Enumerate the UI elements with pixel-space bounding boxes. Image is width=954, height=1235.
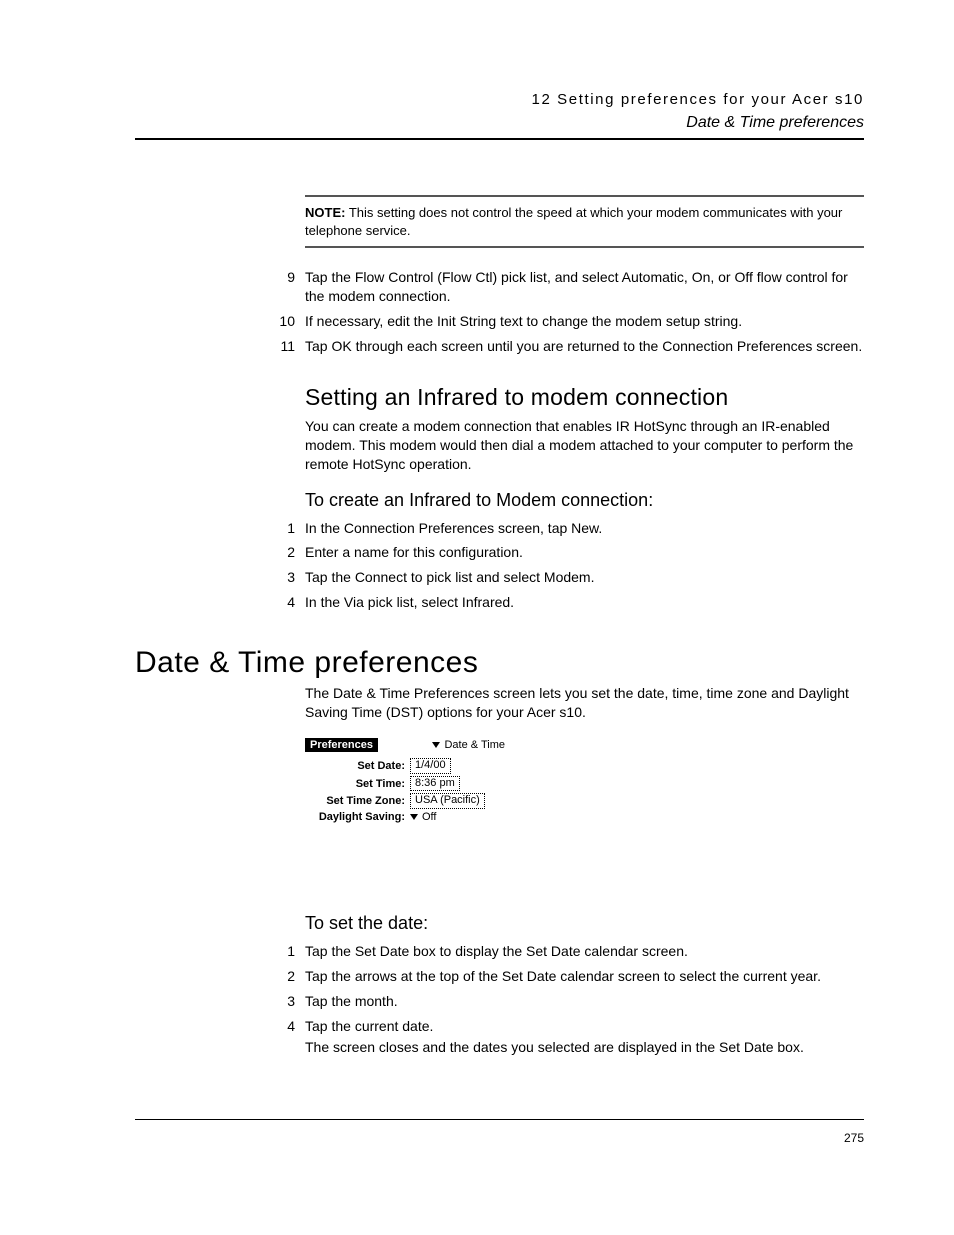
- set-timezone-field[interactable]: USA (Pacific): [410, 793, 485, 809]
- chevron-down-icon: [410, 814, 418, 820]
- set-time-field[interactable]: 8:36 pm: [410, 776, 460, 792]
- step-item: 1 Tap the Set Date box to display the Se…: [305, 942, 864, 961]
- content-column: NOTE: This setting does not control the …: [305, 195, 864, 1056]
- device-row-set-time: Set Time: 8:36 pm: [305, 776, 505, 792]
- procedure-heading: To create an Infrared to Modem connectio…: [305, 490, 864, 511]
- set-date-label: Set Date:: [305, 760, 410, 772]
- step-text: Tap the arrows at the top of the Set Dat…: [305, 967, 864, 986]
- step-item: 3 Tap the Connect to pick list and selec…: [305, 568, 864, 587]
- step-item: 1 In the Connection Preferences screen, …: [305, 519, 864, 538]
- step-number: 2: [265, 967, 295, 986]
- step-text: Tap OK through each screen until you are…: [305, 337, 864, 356]
- step-item: 9 Tap the Flow Control (Flow Ctl) pick l…: [305, 268, 864, 306]
- header-rule: [135, 138, 864, 140]
- step-item: 4 Tap the current date. The screen close…: [305, 1017, 864, 1057]
- device-row-set-date: Set Date: 1/4/00: [305, 758, 505, 774]
- steps-list-proc1: 1 In the Connection Preferences screen, …: [305, 519, 864, 613]
- step-number: 1: [265, 942, 295, 961]
- step-text: Tap the current date.: [305, 1017, 864, 1036]
- page: 12 Setting preferences for your Acer s10…: [0, 0, 954, 1235]
- step-number: 10: [265, 312, 295, 331]
- step-text: Tap the Connect to pick list and select …: [305, 568, 864, 587]
- step-number: 2: [265, 543, 295, 562]
- daylight-saving-value: Off: [422, 811, 436, 823]
- step-item: 11 Tap OK through each screen until you …: [305, 337, 864, 356]
- running-header-chapter: 12 Setting preferences for your Acer s10: [135, 90, 864, 110]
- step-item: 3 Tap the month.: [305, 992, 864, 1011]
- daylight-saving-label: Daylight Saving:: [305, 811, 410, 823]
- step-extra: The screen closes and the dates you sele…: [305, 1038, 864, 1057]
- running-header-section: Date & Time preferences: [135, 114, 864, 132]
- device-row-daylight-saving: Daylight Saving: Off: [305, 811, 505, 823]
- device-screenshot: Preferences Date & Time Set Date: 1/4/00…: [305, 738, 505, 823]
- step-number: 3: [265, 992, 295, 1011]
- steps-list-proc2: 1 Tap the Set Date box to display the Se…: [305, 942, 864, 1056]
- step-number: 9: [265, 268, 295, 287]
- step-text: In the Connection Preferences screen, ta…: [305, 519, 864, 538]
- paragraph: The Date & Time Preferences screen lets …: [305, 684, 864, 722]
- step-text: Enter a name for this configuration.: [305, 543, 864, 562]
- step-number: 3: [265, 568, 295, 587]
- footer-rule: [135, 1119, 864, 1120]
- step-text: Tap the month.: [305, 992, 864, 1011]
- device-menu-picklist[interactable]: Date & Time: [432, 739, 505, 751]
- step-item: 4 In the Via pick list, select Infrared.: [305, 593, 864, 612]
- note-label: NOTE:: [305, 205, 345, 220]
- device-menu-label: Date & Time: [444, 739, 505, 751]
- set-timezone-label: Set Time Zone:: [305, 795, 410, 807]
- device-titlebar: Preferences Date & Time: [305, 738, 505, 752]
- procedure-heading: To set the date:: [305, 913, 864, 934]
- step-text: In the Via pick list, select Infrared.: [305, 593, 864, 612]
- note-text: This setting does not control the speed …: [305, 205, 842, 238]
- step-text: Tap the Set Date box to display the Set …: [305, 942, 864, 961]
- step-number: 11: [265, 337, 295, 356]
- section-heading: Date & Time preferences: [135, 646, 864, 680]
- chevron-down-icon: [432, 742, 440, 748]
- step-text: Tap the Flow Control (Flow Ctl) pick lis…: [305, 268, 864, 306]
- step-number: 4: [265, 1017, 295, 1036]
- step-item: 2 Tap the arrows at the top of the Set D…: [305, 967, 864, 986]
- daylight-saving-picklist[interactable]: Off: [410, 811, 436, 823]
- steps-list-a: 9 Tap the Flow Control (Flow Ctl) pick l…: [305, 268, 864, 356]
- device-app-name: Preferences: [305, 738, 378, 752]
- step-item: 2 Enter a name for this configuration.: [305, 543, 864, 562]
- set-date-field[interactable]: 1/4/00: [410, 758, 451, 774]
- device-row-set-timezone: Set Time Zone: USA (Pacific): [305, 793, 505, 809]
- set-time-label: Set Time:: [305, 778, 410, 790]
- page-number: 275: [844, 1131, 864, 1145]
- note-box: NOTE: This setting does not control the …: [305, 195, 864, 248]
- step-number: 4: [265, 593, 295, 612]
- step-number: 1: [265, 519, 295, 538]
- paragraph: You can create a modem connection that e…: [305, 417, 864, 474]
- step-item: 10 If necessary, edit the Init String te…: [305, 312, 864, 331]
- subsection-heading: Setting an Infrared to modem connection: [305, 384, 864, 411]
- step-text: If necessary, edit the Init String text …: [305, 312, 864, 331]
